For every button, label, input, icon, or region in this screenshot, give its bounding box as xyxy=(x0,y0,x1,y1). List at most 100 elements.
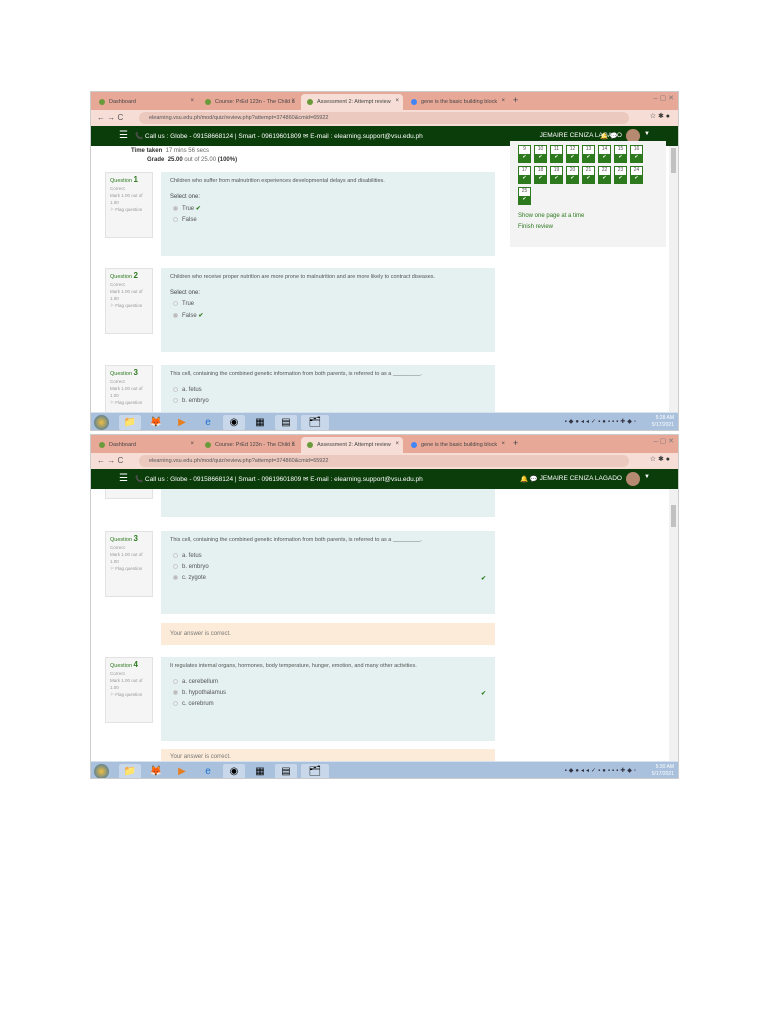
folder-icon[interactable]: 🗂 xyxy=(301,415,329,430)
menu-icon[interactable]: ☰ xyxy=(119,473,128,484)
tab-assessment[interactable]: Assessment 2: Attempt review × xyxy=(301,437,403,453)
option-true[interactable]: True ✔ xyxy=(170,205,486,212)
system-tray-icons[interactable]: ▪◆●◂◂✓▪●▪▪▪✚◆▫ xyxy=(565,767,638,774)
nav-button-13[interactable]: 13 ✔ xyxy=(582,145,595,163)
chrome-icon[interactable]: ◉ xyxy=(223,764,245,778)
chevron-down-icon[interactable]: ▼ xyxy=(644,131,650,137)
window-controls[interactable]: – ▢ ✕ xyxy=(654,94,674,102)
new-tab-button[interactable]: + xyxy=(509,437,518,453)
nav-button-16[interactable]: 16 ✔ xyxy=(630,145,643,163)
close-icon[interactable]: × xyxy=(291,441,295,447)
option-c[interactable]: c. cerebrum xyxy=(170,701,486,707)
chrome-icon[interactable]: ◉ xyxy=(223,415,245,430)
notification-icons[interactable]: 🔔 💬 xyxy=(600,132,618,140)
option-a[interactable]: a. cerebellum xyxy=(170,679,486,685)
clock[interactable]: 5:28 AM 5/17/2021 xyxy=(652,415,674,429)
app-icon[interactable]: ▤ xyxy=(275,415,297,430)
nav-button-22[interactable]: 22 ✔ xyxy=(598,166,611,184)
close-icon[interactable]: × xyxy=(190,441,194,447)
nav-button-11[interactable]: 11 ✔ xyxy=(550,145,563,163)
extensions-icon[interactable]: ☆ ✱ ● xyxy=(650,112,670,120)
option-c[interactable]: c. zygote ✔ xyxy=(170,575,486,582)
scrollbar-thumb[interactable] xyxy=(671,148,676,173)
scrollbar-thumb[interactable] xyxy=(671,505,676,527)
radio-icon[interactable] xyxy=(173,301,178,306)
option-true[interactable]: True xyxy=(170,301,486,307)
radio-icon[interactable] xyxy=(173,205,178,211)
folder-icon[interactable]: 🗂 xyxy=(301,764,329,778)
nav-button-10[interactable]: 10 ✔ xyxy=(534,145,547,163)
radio-icon[interactable] xyxy=(173,553,178,558)
firefox-icon[interactable]: 🦊 xyxy=(145,415,167,430)
nav-button-18[interactable]: 18 ✔ xyxy=(534,166,547,184)
radio-icon[interactable] xyxy=(173,690,178,696)
option-a[interactable]: a. fetus xyxy=(170,553,486,559)
scrollbar[interactable] xyxy=(669,146,678,412)
nav-button-25[interactable]: 25 ✔ xyxy=(518,187,531,205)
tab-dashboard[interactable]: Dashboard × xyxy=(93,94,198,110)
nav-button-17[interactable]: 17 ✔ xyxy=(518,166,531,184)
radio-icon[interactable] xyxy=(173,575,178,581)
nav-button-20[interactable]: 20 ✔ xyxy=(566,166,579,184)
option-b[interactable]: b. embryo xyxy=(170,398,486,404)
explorer-icon[interactable]: 📁 xyxy=(119,415,141,430)
flag-question-link[interactable]: ⚐ Flag question xyxy=(110,565,148,572)
start-button-icon[interactable] xyxy=(94,764,109,778)
menu-icon[interactable]: ☰ xyxy=(119,130,128,141)
flag-question-link[interactable]: ⚐ Flag question xyxy=(110,206,148,213)
close-icon[interactable]: × xyxy=(190,98,194,104)
nav-button-14[interactable]: 14 ✔ xyxy=(598,145,611,163)
option-b[interactable]: b. embryo xyxy=(170,564,486,570)
avatar[interactable] xyxy=(626,472,640,486)
close-icon[interactable]: × xyxy=(291,98,295,104)
nav-button-12[interactable]: 12 ✔ xyxy=(566,145,579,163)
close-icon[interactable]: × xyxy=(501,98,505,104)
nav-button-21[interactable]: 21 ✔ xyxy=(582,166,595,184)
explorer-icon[interactable]: 📁 xyxy=(119,764,141,778)
flag-question-link[interactable]: ⚐ Flag question xyxy=(110,399,148,406)
option-b[interactable]: b. hypothalamus ✔ xyxy=(170,690,486,697)
radio-icon[interactable] xyxy=(173,564,178,570)
new-tab-button[interactable]: + xyxy=(509,94,518,110)
internet-explorer-icon[interactable]: e xyxy=(197,415,219,430)
url-input[interactable]: elearning.vsu.edu.ph/mod/quiz/review.php… xyxy=(139,112,629,124)
nav-button-23[interactable]: 23 ✔ xyxy=(614,166,627,184)
internet-explorer-icon[interactable]: e xyxy=(197,764,219,778)
nav-button-15[interactable]: 15 ✔ xyxy=(614,145,627,163)
nav-buttons[interactable]: ← → C xyxy=(97,456,123,465)
radio-icon[interactable] xyxy=(173,398,178,404)
flag-question-link[interactable]: ⚐ Flag question xyxy=(110,302,148,309)
nav-button-9[interactable]: 9 ✔ xyxy=(518,145,531,163)
close-icon[interactable]: × xyxy=(395,441,399,447)
media-player-icon[interactable]: ▶ xyxy=(171,415,193,430)
tab-dashboard[interactable]: Dashboard × xyxy=(93,437,198,453)
media-player-icon[interactable]: ▶ xyxy=(171,764,193,778)
nav-button-19[interactable]: 19 ✔ xyxy=(550,166,563,184)
firefox-icon[interactable]: 🦊 xyxy=(145,764,167,778)
system-tray-icons[interactable]: ▪◆●◂◂✓▪●▪▪▪✚◆▫ xyxy=(565,418,638,425)
close-icon[interactable]: × xyxy=(395,98,399,104)
app-icon[interactable]: ▤ xyxy=(275,764,297,778)
option-false[interactable]: False ✔ xyxy=(170,312,486,319)
radio-icon[interactable] xyxy=(173,217,178,222)
radio-icon[interactable] xyxy=(173,679,178,684)
show-one-page-link[interactable]: Show one page at a time xyxy=(518,213,658,219)
app-icon[interactable]: ▦ xyxy=(249,764,271,778)
radio-icon[interactable] xyxy=(173,387,178,392)
tab-assessment[interactable]: Assessment 2: Attempt review × xyxy=(301,94,403,110)
app-icon[interactable]: ▦ xyxy=(249,415,271,430)
option-a[interactable]: a. fetus xyxy=(170,387,486,393)
tab-google[interactable]: gene is the basic building block × xyxy=(405,94,509,110)
tab-google[interactable]: gene is the basic building block × xyxy=(405,437,509,453)
nav-button-24[interactable]: 24 ✔ xyxy=(630,166,643,184)
clock[interactable]: 5:30 AM 5/17/2021 xyxy=(652,764,674,778)
flag-question-link[interactable]: ⚐ Flag question xyxy=(110,691,148,698)
url-input[interactable]: elearning.vsu.edu.ph/mod/quiz/review.php… xyxy=(139,455,629,467)
extensions-icon[interactable]: ☆ ✱ ● xyxy=(650,455,670,463)
scrollbar[interactable] xyxy=(669,489,678,761)
radio-icon[interactable] xyxy=(173,313,178,318)
nav-buttons[interactable]: ← → C xyxy=(97,113,123,122)
finish-review-link[interactable]: Finish review xyxy=(518,224,658,230)
start-button-icon[interactable] xyxy=(94,415,109,430)
radio-icon[interactable] xyxy=(173,701,178,707)
